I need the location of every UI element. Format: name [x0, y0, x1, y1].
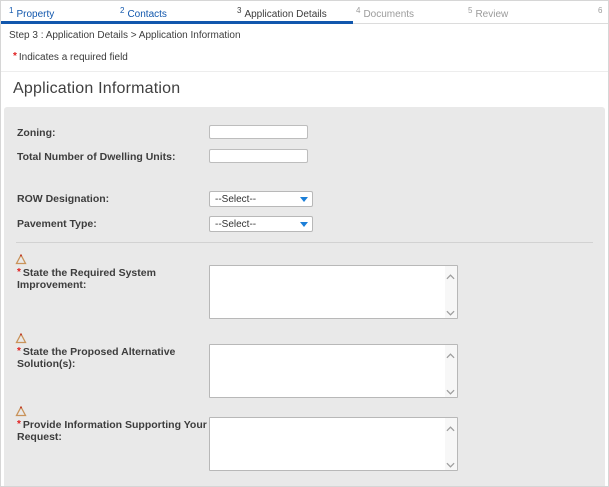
zoning-input[interactable]: [209, 125, 308, 139]
supporting-information-textarea-wrap: [209, 417, 458, 476]
required-asterisk-icon: *: [17, 346, 21, 357]
required-field-note-label: Indicates a required field: [18, 52, 128, 63]
chevron-down-icon: [300, 196, 308, 202]
pavement-type-selected-value: --Select--: [215, 218, 257, 230]
step-tabbar: 1 Property 2 Contacts 3 Application Details…: [1, 1, 608, 24]
tab-property[interactable]: 1 Property: [9, 6, 54, 20]
tab-review: 5 Review: [468, 6, 508, 20]
scroll-up-icon[interactable]: [445, 271, 456, 282]
tab-6-number: 6: [598, 6, 603, 15]
pavement-type-select[interactable]: --Select--: [209, 216, 313, 232]
tab-review-label: Review: [475, 9, 509, 20]
page-title: Application Information: [13, 80, 181, 97]
proposed-alternative-solutions-label-wrap: * State the Proposed Alternative Solution…: [15, 333, 209, 370]
required-field-note: * Indicates a required field: [13, 51, 608, 63]
dwelling-units-label: Total Number of Dwelling Units:: [17, 151, 176, 163]
dwelling-units-row: Total Number of Dwelling Units:: [4, 149, 605, 163]
required-asterisk-icon: *: [13, 51, 17, 62]
spellcheck-icon[interactable]: [15, 254, 27, 265]
tab-documents: 4 Documents: [356, 6, 414, 20]
tab-application-details-number: 3: [237, 6, 242, 15]
scroll-down-icon[interactable]: [445, 386, 456, 397]
scroll-down-icon[interactable]: [445, 459, 456, 470]
proposed-alternative-solutions-row: * State the Proposed Alternative Solution…: [4, 333, 605, 403]
supporting-information-textarea[interactable]: [209, 417, 458, 471]
proposed-alternative-solutions-textarea-wrap: [209, 344, 458, 403]
supporting-information-row: * Provide Information Supporting Your Req…: [4, 406, 605, 476]
zoning-row: Zoning:: [4, 125, 605, 139]
scroll-down-icon[interactable]: [445, 307, 456, 318]
zoning-label: Zoning:: [17, 127, 56, 139]
pavement-type-label: Pavement Type:: [17, 218, 97, 230]
spellcheck-icon[interactable]: [15, 406, 27, 417]
required-asterisk-icon: *: [17, 267, 21, 278]
application-wizard-page: 1 Property 2 Contacts 3 Application Details…: [0, 0, 609, 487]
tab-6: 6: [598, 6, 605, 20]
dwelling-units-input[interactable]: [209, 149, 308, 163]
breadcrumb: Step 3 : Application Details > Applicati…: [9, 30, 241, 41]
pavement-type-row: Pavement Type: --Select--: [4, 216, 605, 232]
tab-contacts-label: Contacts: [127, 9, 167, 20]
row-designation-selected-value: --Select--: [215, 193, 257, 205]
scroll-up-icon[interactable]: [445, 350, 456, 361]
required-asterisk-icon: *: [17, 419, 21, 430]
tab-application-details-label: Application Details: [244, 9, 327, 20]
tab-application-details[interactable]: 3 Application Details: [237, 6, 327, 20]
tab-property-label: Property: [16, 9, 55, 20]
required-system-improvement-textarea-wrap: [209, 265, 458, 324]
tab-property-number: 1: [9, 6, 14, 15]
tab-contacts-number: 2: [120, 6, 125, 15]
required-system-improvement-row: * State the Required System Improvement:: [4, 254, 605, 324]
section-heading-band: Application Information: [1, 71, 608, 107]
tab-documents-number: 4: [356, 6, 361, 15]
required-system-improvement-label-wrap: * State the Required System Improvement:: [15, 254, 209, 291]
row-designation-row: ROW Designation: --Select--: [4, 191, 605, 207]
supporting-information-label-wrap: * Provide Information Supporting Your Req…: [15, 406, 209, 443]
tab-documents-label: Documents: [363, 9, 415, 20]
tab-contacts[interactable]: 2 Contacts: [120, 6, 167, 20]
spellcheck-icon[interactable]: [15, 333, 27, 344]
proposed-alternative-solutions-label: State the Proposed Alternative Solution(…: [17, 346, 176, 370]
required-system-improvement-textarea[interactable]: [209, 265, 458, 319]
row-designation-select[interactable]: --Select--: [209, 191, 313, 207]
row-designation-label: ROW Designation:: [17, 193, 110, 205]
required-system-improvement-label: State the Required System Improvement:: [17, 267, 156, 291]
proposed-alternative-solutions-textarea[interactable]: [209, 344, 458, 398]
tab-review-number: 5: [468, 6, 473, 15]
step-progress-bar: [1, 21, 353, 24]
supporting-information-label: Provide Information Supporting Your Requ…: [17, 419, 207, 443]
chevron-down-icon: [300, 221, 308, 227]
application-information-panel: Zoning: Total Number of Dwelling Units: …: [4, 107, 605, 486]
section-divider: [16, 242, 593, 243]
scroll-up-icon[interactable]: [445, 423, 456, 434]
